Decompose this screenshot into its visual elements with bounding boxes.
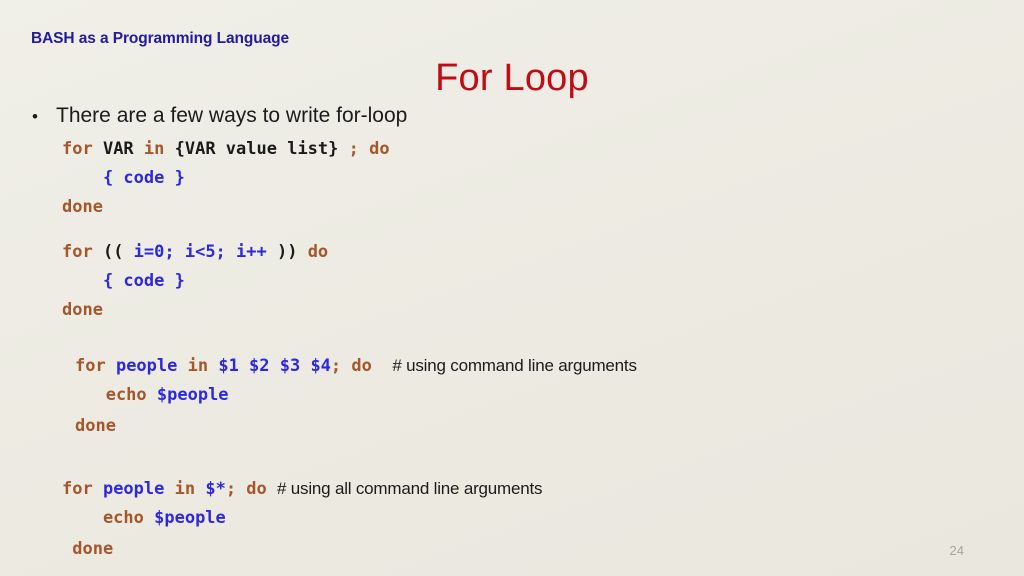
code-token-kw: echo (75, 385, 157, 405)
code-line: for (( i=0; i<5; i++ )) do (62, 244, 328, 261)
code-token-var: i=0; i<5; i++ (133, 242, 277, 262)
code-token-kw: echo (62, 508, 155, 528)
code-line: echo $people (75, 387, 229, 404)
code-token-comment: # using command line arguments (392, 356, 637, 375)
code-token-kw: done (62, 197, 103, 217)
bullet-item: • There are a few ways to write for-loop (32, 104, 407, 128)
bullet-text: There are a few ways to write for-loop (56, 104, 408, 127)
code-token-lit: )) (276, 242, 308, 262)
code-token-var: people (102, 479, 175, 499)
code-token-kw: do (307, 242, 329, 262)
code-line: { code } (62, 273, 185, 290)
code-token-kw: in (174, 479, 206, 499)
code-token-kw: in (187, 356, 219, 376)
code-token-kw: done (62, 300, 103, 320)
code-token-kw: for (75, 356, 116, 376)
code-token-var: $* (205, 479, 226, 499)
code-token-lit: VAR (102, 139, 144, 159)
code-token-var: { code } (62, 271, 185, 291)
code-token-kw: ; do (330, 356, 393, 376)
code-line: for people in $1 $2 $3 $4; do # using co… (75, 357, 637, 375)
code-token-var: $1 $2 $3 $4 (218, 356, 331, 376)
code-token-var: { code } (62, 168, 185, 188)
code-token-kw: in (143, 139, 175, 159)
code-token-kw: done (62, 539, 114, 559)
code-token-kw: for (62, 242, 103, 262)
bullet-marker-icon: • (32, 107, 38, 126)
code-token-comment: # using all command line arguments (277, 479, 543, 498)
code-line: done (75, 418, 116, 435)
code-token-kw: ; do (348, 139, 390, 159)
code-line: done (62, 199, 103, 216)
code-line: for people in $*; do # using all command… (62, 479, 543, 499)
code-token-kw: done (75, 416, 116, 436)
code-token-kw: ; do (225, 479, 277, 499)
slide-canvas: BASH as a Programming Language For Loop … (0, 0, 1024, 576)
code-token-lit: (( (102, 242, 134, 262)
slide-header-title: BASH as a Programming Language (31, 30, 289, 47)
slide-number: 24 (949, 543, 964, 558)
code-line: { code } (62, 170, 185, 187)
code-line: done (62, 302, 103, 319)
code-line: echo $people (62, 510, 226, 527)
code-token-kw: for (62, 139, 103, 159)
code-token-var: people (115, 356, 188, 376)
page-title: For Loop (435, 57, 589, 99)
code-token-var: $people (154, 508, 226, 528)
code-token-lit: {VAR value list} (174, 139, 349, 159)
code-token-var: $people (156, 385, 229, 405)
code-token-kw: for (62, 479, 103, 499)
code-line: done (62, 541, 113, 558)
code-line: for VAR in {VAR value list} ; do (62, 141, 390, 158)
